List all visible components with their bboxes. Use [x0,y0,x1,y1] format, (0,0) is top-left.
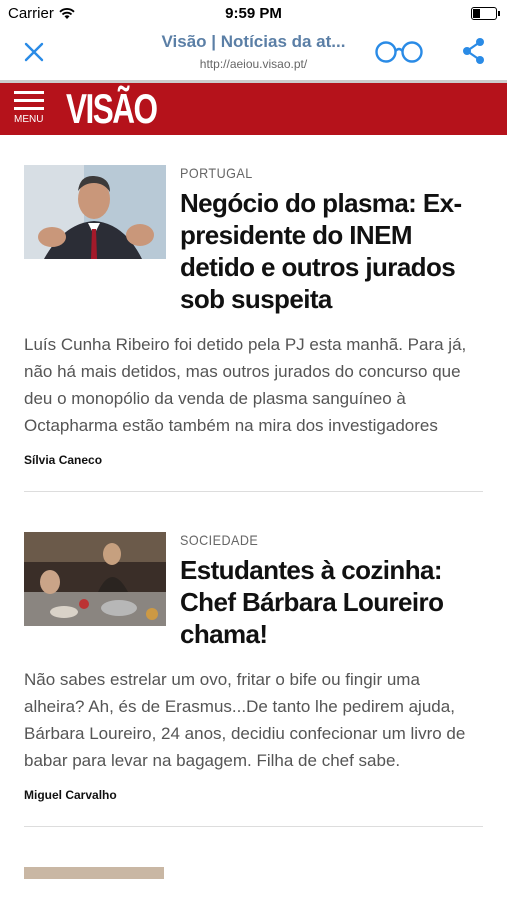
article-headline[interactable]: Negócio do plasma: Ex-presidente do INEM… [180,187,483,315]
menu-label: MENU [14,114,44,125]
close-icon[interactable] [20,38,48,66]
article-section[interactable]: PORTUGAL [180,165,453,181]
article-item[interactable]: SOCIEDADE Estudantes à cozinha: Chef Bár… [24,492,483,827]
article-thumbnail[interactable] [24,165,166,259]
page-url: http://aeiou.visao.pt/ [199,57,308,71]
article-excerpt: Luís Cunha Ribeiro foi detido pela PJ es… [24,335,467,435]
hamburger-icon [14,91,44,94]
article-author[interactable]: Sílvia Caneco [24,453,483,467]
reader-glasses-icon[interactable] [373,40,425,64]
page-title: Visão | Notícias da at... [161,32,346,51]
site-logo[interactable]: VISÃO [66,85,158,133]
menu-button[interactable]: MENU [14,91,48,125]
clock: 9:59 PM [225,5,282,22]
battery-icon [471,7,500,20]
article-author[interactable]: Miguel Carvalho [24,788,483,802]
status-bar: Carrier 9:59 PM [0,0,507,28]
article-headline[interactable]: Estudantes à cozinha: Chef Bárbara Loure… [180,554,483,650]
share-icon[interactable] [461,36,487,66]
next-article-thumbnail[interactable] [24,867,164,879]
site-header: MENU VISÃO [0,83,507,135]
article-thumbnail[interactable] [24,532,166,626]
article-feed: PORTUGAL Negócio do plasma: Ex-president… [0,135,507,879]
article-section[interactable]: SOCIEDADE [180,532,453,548]
article-item[interactable]: PORTUGAL Negócio do plasma: Ex-president… [24,135,483,492]
article-excerpt: Não sabes estrelar um ovo, fritar o bife… [24,670,466,770]
page-title-area: Visão | Notícias da at... http://aeiou.v… [130,32,377,71]
browser-navbar: Visão | Notícias da at... http://aeiou.v… [0,28,507,83]
